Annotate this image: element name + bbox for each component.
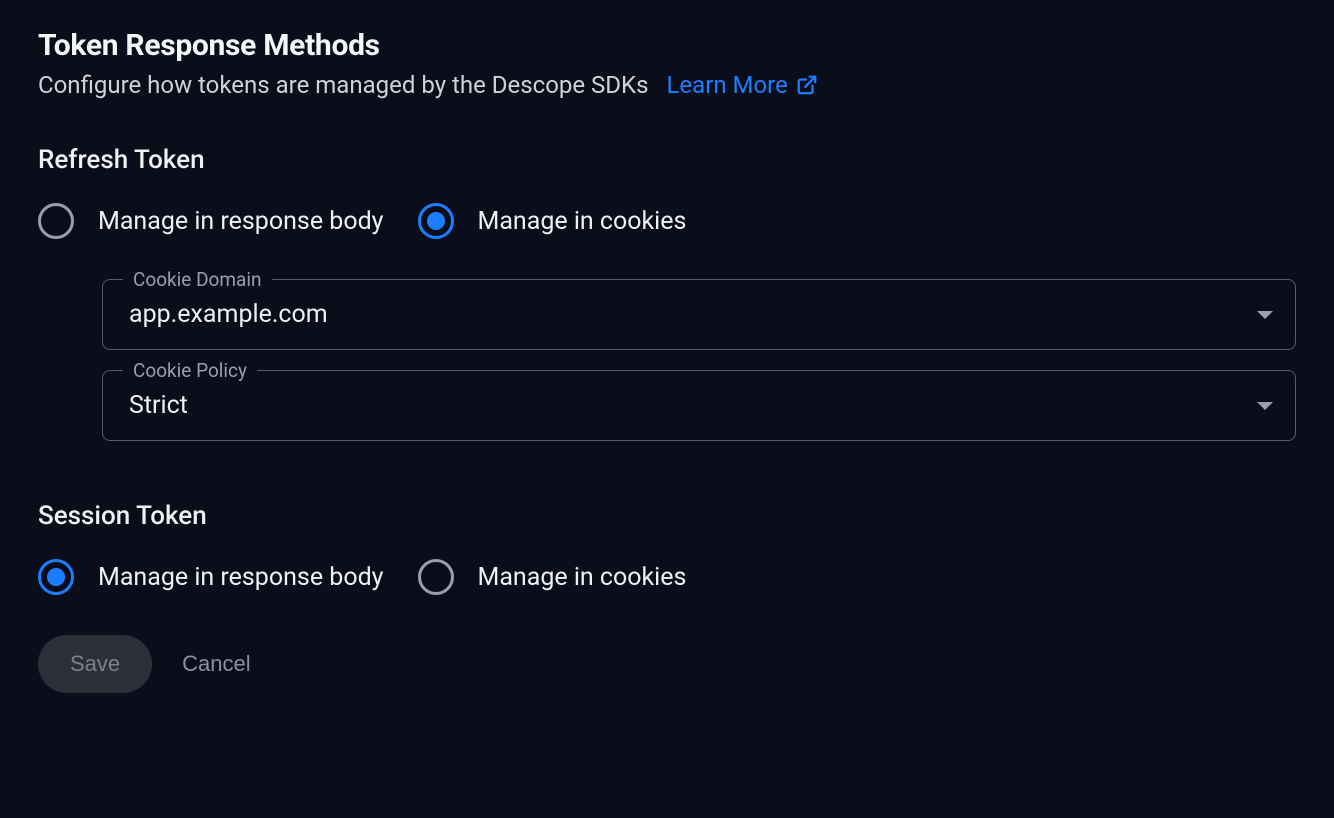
cookie-domain-value: app.example.com [129,300,328,329]
radio-icon [38,203,74,239]
session-token-heading: Session Token [38,501,1296,531]
page-title: Token Response Methods [38,28,1296,63]
chevron-down-icon [1257,311,1273,319]
save-button[interactable]: Save [38,635,152,693]
cancel-button[interactable]: Cancel [182,651,250,677]
learn-more-label: Learn More [666,71,787,99]
refresh-token-section: Refresh Token Manage in response body Ma… [38,145,1296,441]
refresh-radio-cookies[interactable]: Manage in cookies [418,203,687,239]
refresh-token-heading: Refresh Token [38,145,1296,175]
radio-label: Manage in cookies [478,207,687,236]
cookie-policy-value: Strict [129,391,188,420]
chevron-down-icon [1257,402,1273,410]
session-token-section: Session Token Manage in response body Ma… [38,501,1296,595]
session-radio-body[interactable]: Manage in response body [38,559,384,595]
radio-label: Manage in response body [98,207,384,236]
radio-label: Manage in cookies [478,563,687,592]
radio-icon [38,559,74,595]
page-subtitle: Configure how tokens are managed by the … [38,71,648,99]
session-radio-cookies[interactable]: Manage in cookies [418,559,687,595]
actions-row: Save Cancel [38,635,1296,693]
external-link-icon [796,74,818,96]
cookie-domain-label: Cookie Domain [123,268,272,291]
learn-more-link[interactable]: Learn More [666,71,817,99]
radio-label: Manage in response body [98,563,384,592]
cookie-domain-select[interactable]: Cookie Domain app.example.com [102,279,1296,350]
radio-icon [418,559,454,595]
refresh-radio-body[interactable]: Manage in response body [38,203,384,239]
radio-icon [418,203,454,239]
refresh-token-radio-group: Manage in response body Manage in cookie… [38,203,1296,239]
cookie-policy-label: Cookie Policy [123,359,257,382]
session-token-radio-group: Manage in response body Manage in cookie… [38,559,1296,595]
cookie-fields: Cookie Domain app.example.com Cookie Pol… [102,279,1296,441]
page-subtitle-row: Configure how tokens are managed by the … [38,71,1296,99]
cookie-policy-select[interactable]: Cookie Policy Strict [102,370,1296,441]
